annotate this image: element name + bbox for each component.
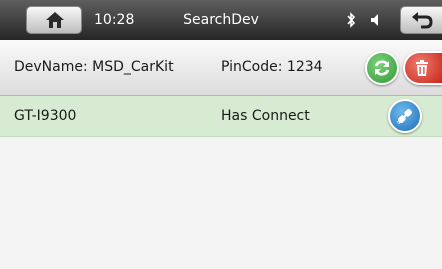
refresh-button[interactable] [365,51,399,85]
refresh-icon [374,60,390,76]
disconnect-button[interactable] [388,99,422,133]
device-name: DevName: MSD_CarKit [14,59,174,75]
link-icon [396,109,412,125]
bluetooth-icon [347,12,356,28]
back-button[interactable] [400,6,442,34]
device-row[interactable]: GT-I9300 Has Connect [0,96,442,137]
bluetooth-search-screen: 10:28 SearchDev DevName: MSD_CarKit PinC… [0,0,442,269]
device-name: GT-I9300 [14,108,77,124]
trash-icon [416,60,428,76]
paired-device-row[interactable]: DevName: MSD_CarKit PinCode: 1234 [0,40,442,96]
connection-status: Has Connect [221,108,310,124]
status-bar: 10:28 SearchDev [0,0,442,40]
volume-icon [371,14,378,26]
back-icon [412,12,433,29]
pin-code: PinCode: 1234 [221,59,323,75]
delete-button[interactable] [403,51,442,85]
